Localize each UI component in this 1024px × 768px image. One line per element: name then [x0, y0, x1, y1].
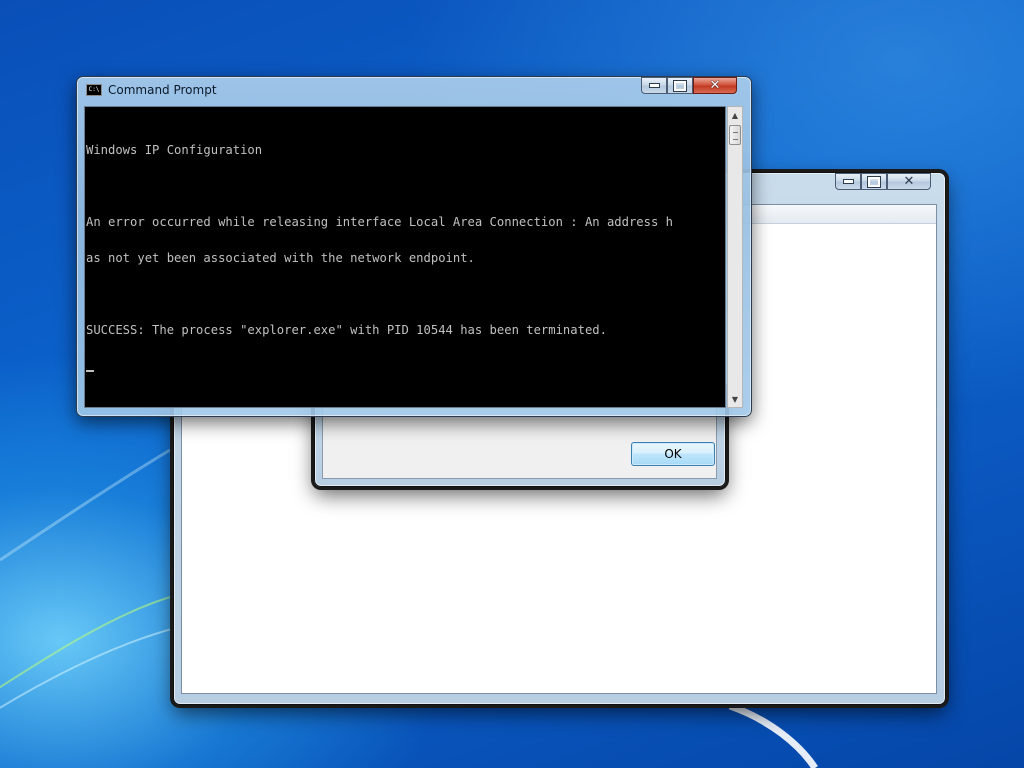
close-button[interactable]: ✕	[887, 173, 931, 190]
console-line: SUCCESS: The process "explorer.exe" with…	[86, 323, 607, 337]
caption-buttons: ✕	[641, 77, 737, 94]
ok-button[interactable]: OK	[631, 442, 715, 466]
maximize-button[interactable]	[861, 173, 887, 190]
minimize-icon	[842, 179, 854, 184]
text-cursor	[86, 370, 94, 372]
console-line: Windows IP Configuration	[86, 143, 263, 157]
vertical-scrollbar[interactable]: ▲ ▼	[727, 106, 743, 408]
scroll-up-arrow-icon[interactable]: ▲	[728, 107, 742, 123]
command-prompt-window: C:\ Command Prompt ✕ Windows IP Configur…	[76, 76, 752, 417]
cmd-icon: C:\	[86, 84, 102, 96]
scroll-down-arrow-icon[interactable]: ▼	[728, 391, 742, 407]
console-cursor-line	[86, 360, 725, 372]
minimize-icon	[648, 83, 660, 88]
maximize-icon	[867, 175, 881, 188]
window-title: Command Prompt	[108, 83, 217, 97]
minimize-button[interactable]	[641, 77, 667, 94]
console-output[interactable]: Windows IP Configuration An error occurr…	[84, 106, 726, 408]
console-line: as not yet been associated with the netw…	[86, 251, 475, 265]
close-icon: ✕	[903, 174, 915, 189]
title-bar[interactable]: C:\ Command Prompt	[86, 83, 217, 97]
minimize-button[interactable]	[835, 173, 861, 190]
maximize-button[interactable]	[667, 77, 693, 94]
maximize-icon	[673, 79, 687, 92]
close-icon: ✕	[709, 78, 721, 93]
close-button[interactable]: ✕	[693, 77, 737, 94]
console-line: An error occurred while releasing interf…	[86, 215, 673, 229]
scroll-thumb[interactable]	[729, 125, 741, 145]
background-window-caption-buttons: ✕	[835, 173, 931, 190]
